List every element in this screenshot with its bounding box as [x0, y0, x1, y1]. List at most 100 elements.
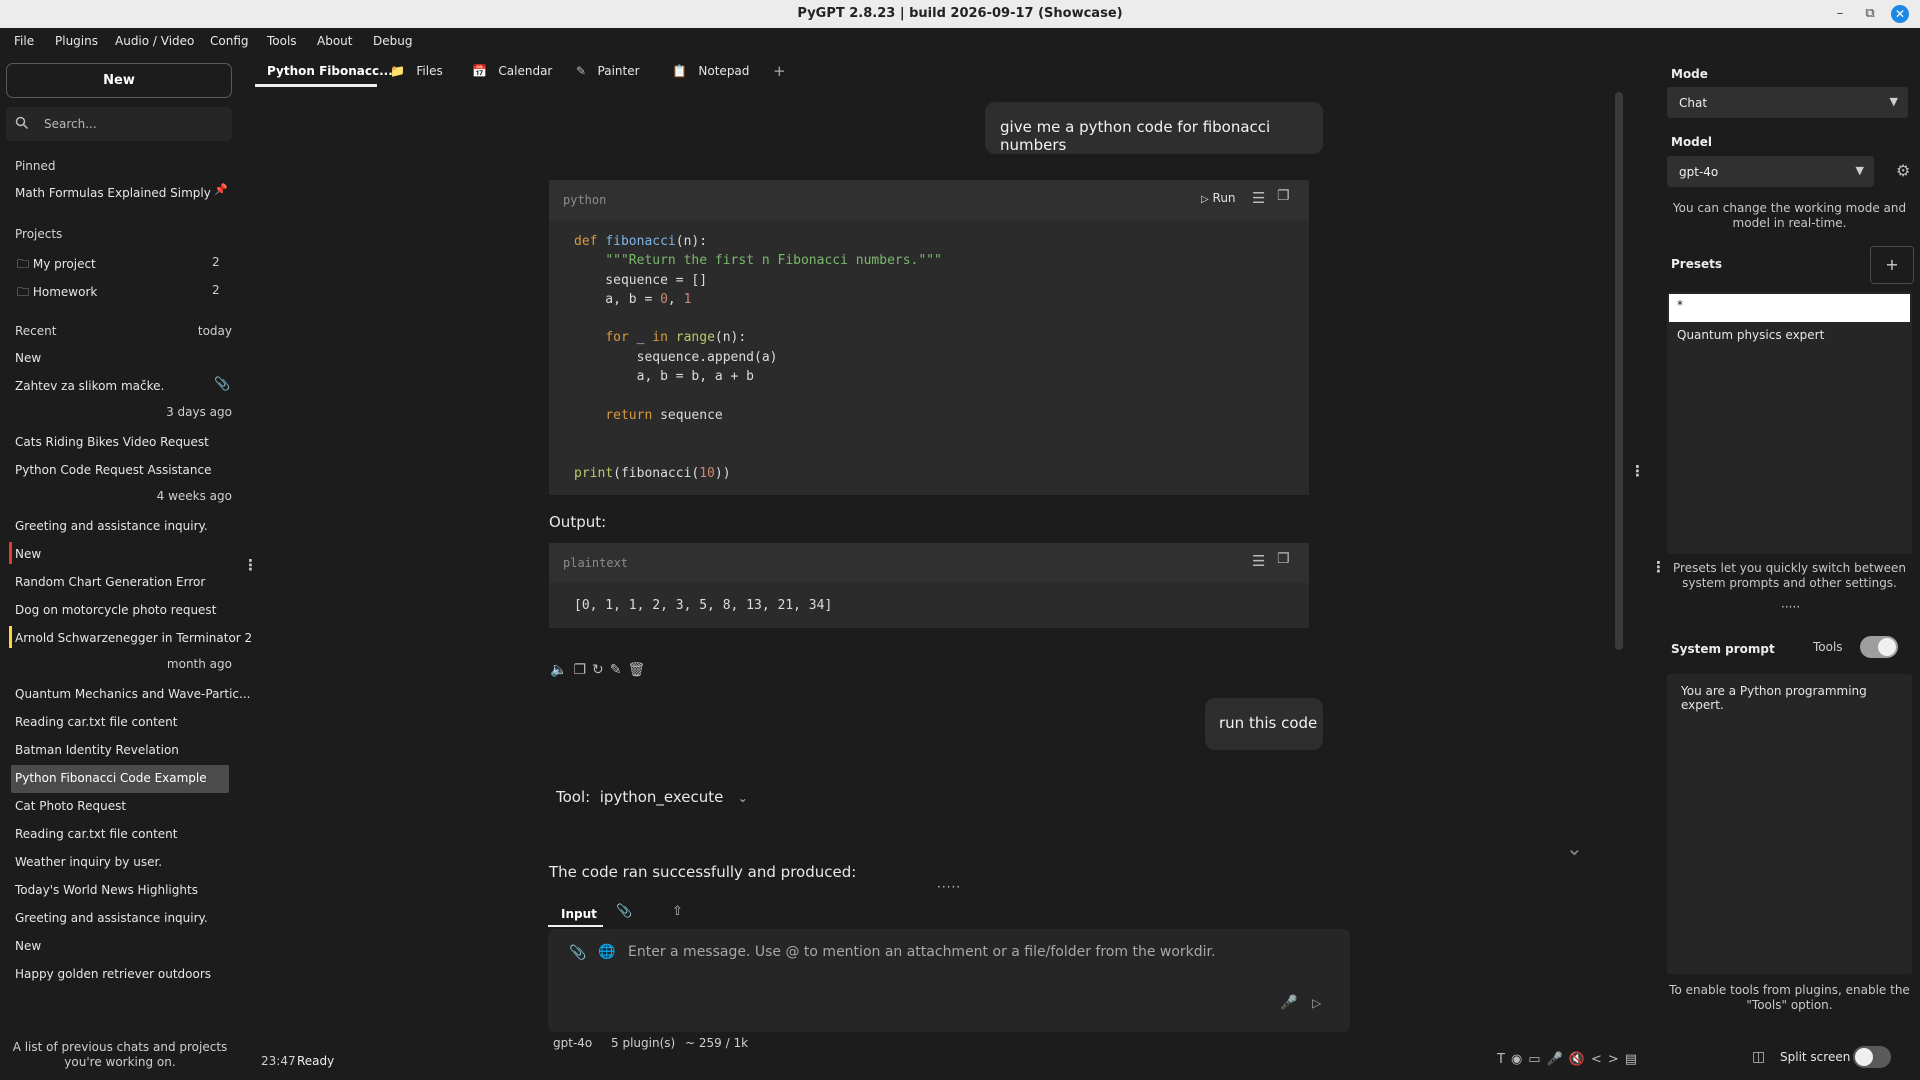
tab-notepad[interactable]: 📋 Notepad: [672, 64, 749, 78]
folder-icon: 🗀: [17, 285, 30, 299]
tab-calendar[interactable]: 📅 Calendar: [472, 64, 552, 78]
microphone-icon[interactable]: 🎤: [1547, 1052, 1569, 1067]
copy-icon[interactable]: ❐: [573, 662, 592, 678]
splitter-handle-icon[interactable]: ⋮: [243, 556, 258, 574]
eye-icon[interactable]: ◉: [1511, 1052, 1528, 1067]
list-item[interactable]: Greeting and assistance inquiry.: [15, 911, 208, 925]
gear-icon[interactable]: ⚙: [1896, 161, 1910, 180]
preset-item[interactable]: Quantum physics expert: [1677, 328, 1824, 342]
menu-debug[interactable]: Debug: [373, 34, 412, 48]
message-input[interactable]: 📎 🌐 Enter a message. Use @ to mention an…: [548, 929, 1350, 1032]
restore-icon[interactable]: ⧉: [1860, 4, 1880, 24]
list-item[interactable]: Reading car.txt file content: [15, 715, 177, 729]
microphone-icon[interactable]: 🎤: [1280, 995, 1297, 1011]
tab-label: Files: [416, 64, 443, 78]
list-item[interactable]: New: [15, 939, 41, 953]
tab-input-underline: [548, 925, 603, 927]
plugins-status: 5 plugin(s): [611, 1036, 676, 1050]
list-item[interactable]: Reading car.txt file content: [15, 827, 177, 841]
list-item[interactable]: Math Formulas Explained Simply: [15, 186, 211, 200]
resize-handle-icon[interactable]: ·····: [1781, 600, 1800, 614]
copy-icon[interactable]: ❐: [1277, 551, 1290, 567]
list-item[interactable]: Python Code Request Assistance: [15, 463, 211, 477]
chevron-down-icon[interactable]: ⌄: [738, 791, 748, 805]
user-message-text: run this code: [1219, 714, 1318, 732]
list-item[interactable]: Random Chart Generation Error: [15, 575, 205, 589]
list-item[interactable]: Dog on motorcycle photo request: [15, 603, 216, 617]
list-item[interactable]: Batman Identity Revelation: [15, 743, 179, 757]
mode-select[interactable]: Chat ▼: [1667, 87, 1908, 118]
close-icon[interactable]: ✕: [1891, 5, 1909, 23]
code-icon[interactable]: <>: [1591, 1052, 1625, 1067]
splitter-handle-icon[interactable]: ⋮: [1651, 558, 1666, 576]
search-placeholder: Search...: [44, 117, 97, 131]
send-icon[interactable]: ▷: [1312, 996, 1321, 1010]
resize-handle-icon[interactable]: ·····: [937, 880, 961, 894]
menu-about[interactable]: About: [317, 34, 352, 48]
system-prompt-field[interactable]: You are a Python programming expert.: [1667, 674, 1912, 974]
run-button[interactable]: ▷ Run: [1201, 191, 1236, 205]
upload-tab-icon[interactable]: ⇧: [672, 904, 683, 919]
folder-icon: 🗀: [17, 257, 30, 271]
tools-toggle[interactable]: [1860, 636, 1898, 658]
tab-chat[interactable]: Python Fibonacc...: [267, 64, 393, 78]
tab-painter[interactable]: ✎ Painter: [576, 64, 640, 78]
list-item[interactable]: Today's World News Highlights: [15, 883, 198, 897]
new-chat-button[interactable]: New: [6, 63, 232, 98]
add-tab-icon[interactable]: +: [773, 62, 786, 80]
camera-off-icon[interactable]: ▭: [1528, 1052, 1546, 1067]
list-item[interactable]: New: [15, 547, 41, 561]
splitter-handle-icon[interactable]: ⋮: [1630, 462, 1645, 480]
tab-files[interactable]: 📁 Files: [390, 64, 443, 78]
list-item[interactable]: Zahtev za slikom mačke.: [15, 379, 164, 393]
list-item[interactable]: New: [15, 351, 41, 365]
add-preset-button[interactable]: +: [1870, 246, 1914, 284]
list-item-selected[interactable]: Python Fibonacci Code Example: [15, 771, 207, 785]
list-item[interactable]: Weather inquiry by user.: [15, 855, 162, 869]
mute-icon[interactable]: 🔇: [1569, 1052, 1591, 1067]
menu-lines-icon[interactable]: ☰: [1252, 552, 1265, 570]
chat-scrollbar[interactable]: [1615, 92, 1623, 650]
scroll-down-icon[interactable]: ⌄: [1566, 836, 1583, 860]
menu-audio-video[interactable]: Audio / Video: [115, 34, 194, 48]
calendar-icon: 📅: [472, 64, 487, 78]
group-label-4weeks: 4 weeks ago: [156, 489, 232, 503]
menu-plugins[interactable]: Plugins: [55, 34, 98, 48]
list-item[interactable]: Cat Photo Request: [15, 799, 126, 813]
project-item-homework[interactable]: 🗀 Homework: [17, 283, 97, 304]
speaker-icon[interactable]: 🔈: [550, 662, 573, 678]
list-item[interactable]: Happy golden retriever outdoors: [15, 967, 211, 981]
menu-tools[interactable]: Tools: [267, 34, 297, 48]
output-content: [0, 1, 1, 2, 3, 5, 8, 13, 21, 34]: [574, 598, 833, 613]
dropdown-arrow-icon: ▼: [1855, 164, 1864, 177]
projects-header: Projects: [15, 227, 63, 241]
attachment-tab-icon[interactable]: 📎: [616, 904, 632, 919]
attachment-icon[interactable]: 📎: [569, 945, 586, 961]
split-screen-icon: ◫: [1752, 1049, 1766, 1065]
list-item[interactable]: Cats Riding Bikes Video Request: [15, 435, 209, 449]
menu-lines-icon[interactable]: ☰: [1252, 189, 1265, 207]
split-screen-toggle[interactable]: [1853, 1046, 1891, 1068]
search-input[interactable]: Search...: [6, 107, 232, 141]
text-size-icon[interactable]: T: [1497, 1052, 1511, 1067]
database-icon[interactable]: ▤: [1625, 1052, 1643, 1067]
menu-config[interactable]: Config: [210, 34, 249, 48]
project-item-my-project[interactable]: 🗀 My project: [17, 255, 96, 276]
copy-icon[interactable]: ❐: [1277, 188, 1290, 204]
list-item[interactable]: Arnold Schwarzenegger in Terminator 2: [15, 631, 252, 645]
folder-icon: 📁: [390, 64, 405, 78]
model-select[interactable]: gpt-4o ▼: [1667, 156, 1874, 187]
menu-file[interactable]: File: [14, 34, 34, 48]
edit-icon[interactable]: ✎: [610, 662, 628, 678]
list-item[interactable]: Quantum Mechanics and Wave-Partic...: [15, 687, 250, 701]
preset-item-selected[interactable]: *: [1669, 294, 1910, 322]
tab-input[interactable]: Input: [561, 907, 597, 921]
regenerate-icon[interactable]: ↻: [592, 662, 610, 678]
list-item[interactable]: Greeting and assistance inquiry.: [15, 519, 208, 533]
trash-icon[interactable]: 🗑: [627, 662, 651, 678]
tool-call-row[interactable]: Tool: ipython_execute ⌄: [556, 788, 748, 806]
window-title: PyGPT 2.8.23 | build 2026-09-17 (Showcas…: [797, 6, 1123, 21]
globe-icon[interactable]: 🌐: [598, 944, 615, 960]
split-screen-label: Split screen: [1780, 1050, 1851, 1064]
minimize-icon[interactable]: –: [1830, 4, 1850, 24]
